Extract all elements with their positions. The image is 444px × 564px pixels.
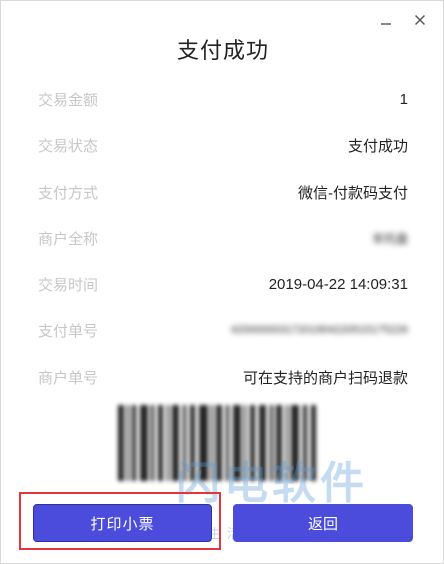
minimize-icon[interactable] [379,13,393,27]
field-label: 商户全称 [38,230,99,248]
payment-success-dialog: 支付成功 交易金额 1 交易状态 支付成功 支付方式 微信-付款码支付 商户全称… [0,0,444,564]
field-label: 交易金额 [38,91,99,109]
field-value: 可在支持的商户扫码退款 [242,369,408,387]
back-button[interactable]: 返回 [233,504,413,542]
field-value: 42000000317201904220515175226 [230,324,408,336]
field-value: 2019-04-22 14:09:31 [268,275,408,293]
field-payment-number: 支付单号 42000000317201904220515175226 [38,319,408,341]
field-merchant-order-number: 商户单号 可在支持的商户扫码退款 [38,366,408,388]
field-label: 交易时间 [38,276,99,294]
field-payment-method: 支付方式 微信-付款码支付 [38,181,408,203]
field-merchant-name: 商户全称 羊托盘 [38,227,408,249]
field-label: 交易状态 [38,137,99,155]
field-value: 1 [399,90,408,108]
field-value: 微信-付款码支付 [298,184,408,202]
print-receipt-button[interactable]: 打印小票 [33,504,212,542]
dialog-title: 支付成功 [176,38,269,63]
field-transaction-status: 交易状态 支付成功 [38,134,408,156]
field-label: 支付单号 [38,322,99,340]
barcode-image [114,405,320,481]
field-transaction-amount: 交易金额 1 [38,88,408,110]
field-value: 支付成功 [347,137,408,155]
field-transaction-time: 交易时间 2019-04-22 14:09:31 [38,273,408,295]
close-icon[interactable] [413,13,427,27]
field-label: 商户单号 [38,369,99,387]
field-label: 支付方式 [38,184,99,202]
field-value: 羊托盘 [371,231,408,246]
